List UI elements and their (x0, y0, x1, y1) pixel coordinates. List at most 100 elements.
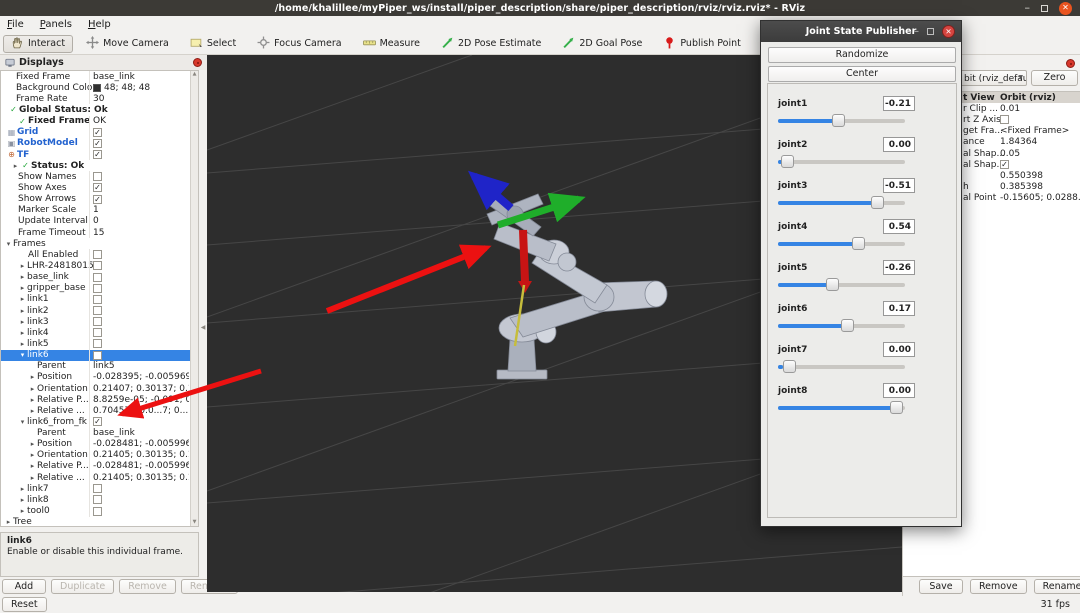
tree-row[interactable]: ▸link3 (1, 316, 190, 327)
views-rename-button[interactable]: Rename (1034, 579, 1080, 594)
slider-handle[interactable] (781, 155, 794, 168)
tree-row[interactable]: ▸Position-0.028395; -0.005969... (1, 372, 190, 383)
expander-right-icon[interactable]: ▸ (18, 295, 27, 303)
tree-row[interactable]: ▸Relative ...0.21405; 0.30135; 0.1... (1, 472, 190, 483)
displays-add-button[interactable]: Add (2, 579, 46, 594)
expander-down-icon[interactable]: ▾ (4, 240, 13, 248)
tree-row[interactable]: ▸Relative P...8.8259e-05; -0.091; 0 (1, 394, 190, 405)
tree-row[interactable]: ▸link5 (1, 338, 190, 349)
tree-row[interactable]: ▸Position-0.028481; -0.005996... (1, 439, 190, 450)
checkbox[interactable]: ✓ (1000, 160, 1009, 169)
slider-handle[interactable] (890, 401, 903, 414)
expander-right-icon[interactable]: ▸ (28, 396, 37, 404)
tree-row[interactable]: ▸Relative ...0.70457; -0.0...7; 0.... (1, 405, 190, 416)
checkbox[interactable]: ✓ (93, 183, 102, 192)
tree-row[interactable]: Marker Scale1 (1, 205, 190, 216)
tree-row[interactable]: ▸✓Status: Ok (1, 160, 190, 171)
views-save-button[interactable]: Save (919, 579, 963, 594)
joint-slider[interactable] (778, 114, 905, 127)
scroll-down-icon[interactable]: ▼ (193, 519, 197, 526)
views-close-icon[interactable] (1066, 59, 1075, 68)
tree-row[interactable]: ▸link7 (1, 483, 190, 494)
expander-right-icon[interactable]: ▸ (18, 262, 27, 270)
expander-right-icon[interactable]: ▸ (28, 440, 37, 448)
tool-interact[interactable]: Interact (3, 35, 73, 53)
checkbox[interactable]: ✓ (93, 128, 102, 137)
jsp-titlebar[interactable]: Joint State Publisher – ✕ (761, 21, 961, 42)
jsp-maximize-icon[interactable] (927, 28, 934, 35)
tree-row[interactable]: ▣RobotModel✓ (1, 138, 190, 149)
jsp-close-icon[interactable]: ✕ (942, 25, 955, 38)
checkbox[interactable] (93, 495, 102, 504)
joint-slider[interactable] (778, 155, 905, 168)
tree-row[interactable]: Show Arrows✓ (1, 194, 190, 205)
expander-right-icon[interactable]: ▸ (18, 340, 27, 348)
tree-row[interactable]: ▾Frames (1, 238, 190, 249)
expander-right-icon[interactable]: ▸ (18, 318, 27, 326)
tool-goal-pose[interactable]: 2D Goal Pose (554, 35, 650, 53)
checkbox[interactable] (93, 273, 102, 282)
expander-down-icon[interactable]: ▾ (18, 351, 27, 359)
checkbox[interactable]: ✓ (93, 150, 102, 159)
expander-right-icon[interactable]: ▸ (18, 496, 27, 504)
tool-pose-estimate[interactable]: 2D Pose Estimate (433, 35, 549, 53)
checkbox[interactable] (93, 284, 102, 293)
zero-button[interactable]: Zero (1031, 70, 1078, 86)
tool-publish-point[interactable]: Publish Point (655, 35, 748, 53)
tree-row[interactable]: All Enabled (1, 249, 190, 260)
tool-move-camera[interactable]: Move Camera (78, 35, 177, 53)
tree-row[interactable]: Fixed Framebase_link (1, 71, 190, 82)
checkbox[interactable] (93, 306, 102, 315)
menu-item-file[interactable]: File (7, 19, 24, 30)
expander-right-icon[interactable]: ▸ (28, 373, 37, 381)
expander-right-icon[interactable]: ▸ (18, 507, 27, 515)
expander-right-icon[interactable]: ▸ (18, 307, 27, 315)
slider-handle[interactable] (783, 360, 796, 373)
joint-value-field[interactable]: 0.00 (883, 137, 915, 152)
tree-row[interactable]: ▸gripper_base (1, 283, 190, 294)
scroll-up-icon[interactable]: ▲ (193, 71, 197, 78)
checkbox[interactable] (93, 339, 102, 348)
slider-handle[interactable] (852, 237, 865, 250)
slider-handle[interactable] (826, 278, 839, 291)
tree-row[interactable]: ▸link8 (1, 494, 190, 505)
tree-row[interactable]: ⊕TF✓ (1, 149, 190, 160)
expander-right-icon[interactable]: ▸ (28, 407, 37, 415)
joint-value-field[interactable]: -0.21 (883, 96, 915, 111)
slider-handle[interactable] (841, 319, 854, 332)
tree-row[interactable]: ▸link2 (1, 305, 190, 316)
joint-slider[interactable] (778, 319, 905, 332)
checkbox[interactable] (93, 295, 102, 304)
randomize-button[interactable]: Randomize (768, 47, 956, 63)
tree-row[interactable]: Parentlink5 (1, 361, 190, 372)
checkbox[interactable] (93, 172, 102, 181)
slider-handle[interactable] (871, 196, 884, 209)
expander-right-icon[interactable]: ▸ (11, 162, 20, 170)
tree-row[interactable]: Frame Timeout15 (1, 227, 190, 238)
tree-row[interactable]: Background Color48; 48; 48 (1, 82, 190, 93)
expander-right-icon[interactable]: ▸ (28, 462, 37, 470)
expander-right-icon[interactable]: ▸ (28, 451, 37, 459)
tree-row[interactable]: Parentbase_link (1, 428, 190, 439)
joint-value-field[interactable]: 0.54 (883, 219, 915, 234)
expander-right-icon[interactable]: ▸ (18, 329, 27, 337)
tool-focus-camera[interactable]: Focus Camera (249, 35, 349, 53)
joint-value-field[interactable]: 0.00 (883, 342, 915, 357)
maximize-icon[interactable] (1041, 5, 1048, 12)
expander-right-icon[interactable]: ▸ (28, 474, 37, 482)
minimize-icon[interactable]: – (1025, 5, 1031, 11)
checkbox[interactable]: ✓ (93, 417, 102, 426)
joint-value-field[interactable]: -0.51 (883, 178, 915, 193)
tree-row[interactable]: Show Axes✓ (1, 182, 190, 193)
menu-item-help[interactable]: Help (88, 19, 111, 30)
jsp-minimize-icon[interactable]: – (914, 29, 919, 35)
checkbox[interactable] (93, 507, 102, 516)
menu-item-panels[interactable]: Panels (40, 19, 72, 30)
expander-right-icon[interactable]: ▸ (18, 273, 27, 281)
checkbox[interactable] (93, 328, 102, 337)
tool-select[interactable]: Select (182, 35, 244, 53)
views-remove-button[interactable]: Remove (970, 579, 1027, 594)
tree-row[interactable]: ✓Fixed FrameOK (1, 116, 190, 127)
tree-row[interactable]: ▸link1 (1, 294, 190, 305)
expander-right-icon[interactable]: ▸ (18, 485, 27, 493)
